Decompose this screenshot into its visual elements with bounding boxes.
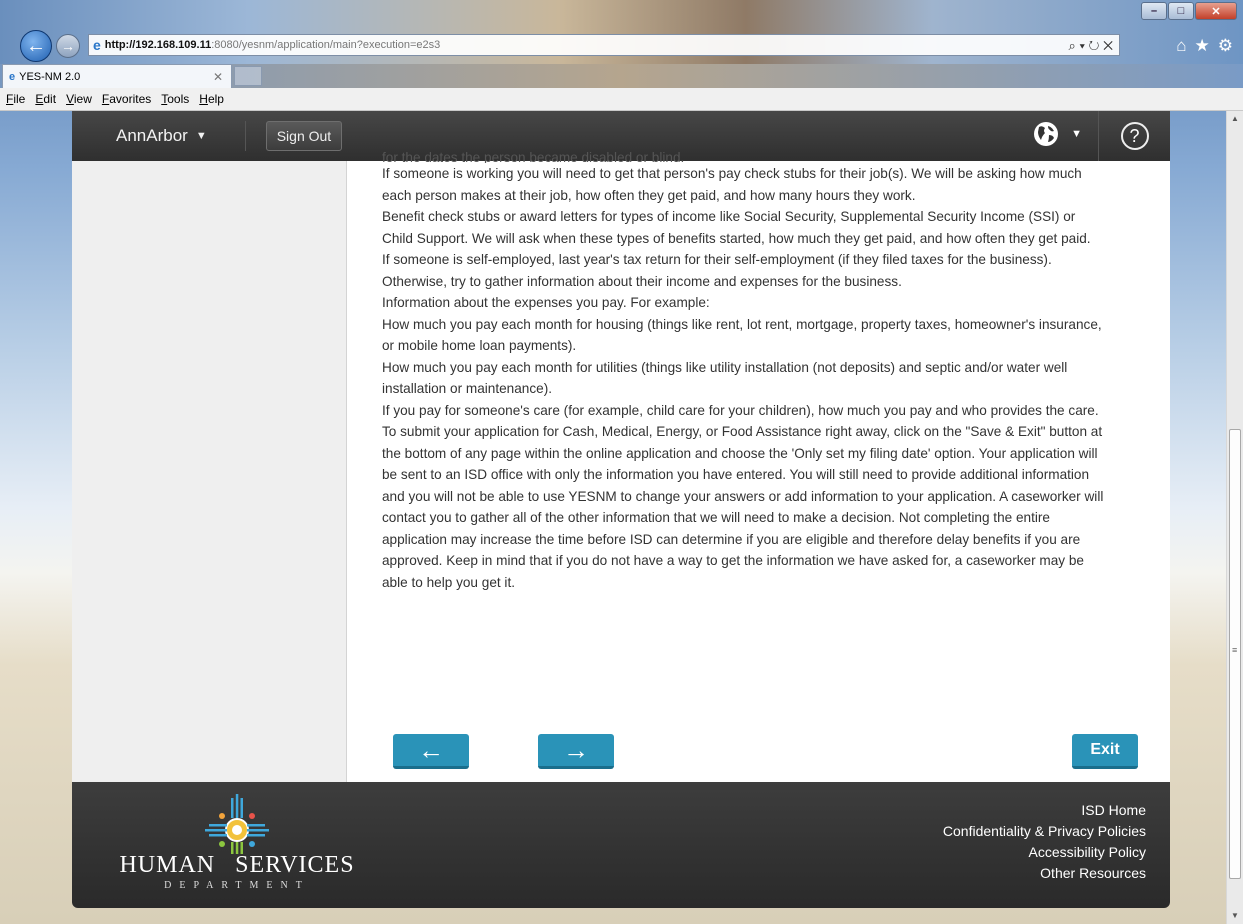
url-host: http://192.168.109.11 — [104, 39, 212, 51]
user-name: AnnArbor — [116, 126, 188, 145]
close-window-icon[interactable]: ✕ — [1195, 2, 1237, 20]
link-other-resources[interactable]: Other Resources — [943, 863, 1146, 884]
browser-tab[interactable]: e YES-NM 2.0 ✕ — [2, 64, 232, 88]
sidebar — [72, 161, 347, 782]
paragraph-self-employed: If someone is self-employed, last year's… — [382, 252, 1052, 289]
user-menu[interactable]: AnnArbor ▼ — [116, 126, 207, 146]
logo-subtitle: DEPARTMENT — [164, 880, 310, 891]
footer-links: ISD Home Confidentiality & Privacy Polic… — [943, 800, 1146, 884]
settings-gear-icon[interactable]: ⚙ — [1218, 36, 1233, 56]
grip-icon: ≡ — [1232, 645, 1238, 655]
footer: HUMAN SERVICES DEPARTMENT ISD Home Confid… — [72, 782, 1170, 908]
header-divider — [244, 121, 246, 151]
menu-tools[interactable]: Tools — [161, 92, 189, 106]
arrow-right-icon: → — [563, 734, 589, 765]
paragraph-submit: To submit your application for Cash, Med… — [382, 424, 1104, 590]
browser-toolbar-icons: ⌂ ★ ⚙ — [1176, 36, 1233, 56]
page-scrollbar[interactable]: ▲ ≡ ▼ — [1226, 111, 1243, 924]
menu-favorites[interactable]: Favorites — [102, 92, 151, 106]
menu-help[interactable]: Help — [199, 92, 224, 106]
cut-off-line: for the dates the person became disabled… — [382, 152, 685, 163]
scroll-thumb[interactable]: ≡ — [1229, 429, 1241, 879]
menu-bar: File Edit View Favorites Tools Help — [0, 88, 1243, 111]
help-icon[interactable]: ? — [1120, 122, 1149, 150]
scroll-up-icon[interactable]: ▲ — [1227, 111, 1243, 127]
instructions-content: for the dates the person became disabled… — [382, 152, 1107, 692]
maximize-icon[interactable]: □ — [1168, 2, 1194, 20]
menu-view[interactable]: View — [66, 92, 92, 106]
paragraph-care: If you pay for someone's care (for examp… — [382, 402, 1099, 418]
favorites-star-icon[interactable]: ★ — [1195, 36, 1210, 56]
address-bar[interactable]: e http://192.168.109.11 :8080/yesnm/appl… — [88, 34, 1120, 56]
help-area: ? — [1098, 111, 1170, 161]
paragraph-utilities: How much you pay each month for utilitie… — [382, 359, 1068, 397]
paragraph-working: If someone is working you will need to g… — [382, 166, 1082, 203]
sign-out-button[interactable]: Sign Out — [265, 121, 343, 151]
link-isd-home[interactable]: ISD Home — [943, 800, 1146, 821]
chevron-down-icon: ▼ — [195, 130, 207, 142]
window-controls: – □ ✕ — [1140, 2, 1237, 20]
logo-wordmark: HUMAN SERVICES — [97, 852, 377, 879]
back-button[interactable]: ← — [20, 30, 52, 62]
menu-file[interactable]: File — [6, 92, 25, 106]
chevron-down-icon: ▼ — [1071, 128, 1082, 140]
paragraph-expenses-intro: Information about the expenses you pay. … — [382, 295, 710, 310]
link-privacy-policies[interactable]: Confidentiality & Privacy Policies — [943, 821, 1146, 842]
exit-button[interactable]: Exit — [1072, 734, 1138, 769]
language-menu[interactable]: ▼ — [1033, 121, 1082, 147]
new-tab-button[interactable] — [234, 66, 262, 86]
logo-word-services: SERVICES — [235, 852, 355, 878]
browser-titlebar: – □ ✕ ← → e http://192.168.109.11 :8080/… — [0, 0, 1243, 64]
ie-page-icon: e — [93, 37, 101, 53]
zia-sun-icon — [205, 794, 269, 854]
previous-button[interactable]: ← — [393, 734, 469, 769]
address-tools[interactable]: ⌕ ▾ ↻ ✕ — [1069, 38, 1113, 54]
forward-button[interactable]: → — [56, 34, 80, 58]
logo-word-human: HUMAN — [119, 852, 216, 878]
human-services-logo: HUMAN SERVICES DEPARTMENT — [97, 794, 377, 894]
minimize-icon[interactable]: – — [1141, 2, 1167, 20]
menu-edit[interactable]: Edit — [35, 92, 56, 106]
scroll-down-icon[interactable]: ▼ — [1227, 908, 1243, 924]
next-button[interactable]: → — [538, 734, 614, 769]
arrow-left-icon: ← — [418, 734, 444, 765]
globe-icon — [1034, 122, 1059, 146]
paragraph-benefits: Benefit check stubs or award letters for… — [382, 209, 1091, 246]
tab-ie-icon: e — [9, 70, 16, 83]
link-accessibility-policy[interactable]: Accessibility Policy — [943, 842, 1146, 863]
page-body: for the dates the person became disabled… — [72, 152, 1170, 782]
tab-close-icon[interactable]: ✕ — [213, 70, 223, 84]
url-path: :8080/yesnm/application/main?execution=e… — [211, 39, 441, 51]
home-icon[interactable]: ⌂ — [1176, 36, 1186, 56]
tab-title: YES-NM 2.0 — [19, 70, 81, 83]
paragraph-housing: How much you pay each month for housing … — [382, 316, 1102, 354]
